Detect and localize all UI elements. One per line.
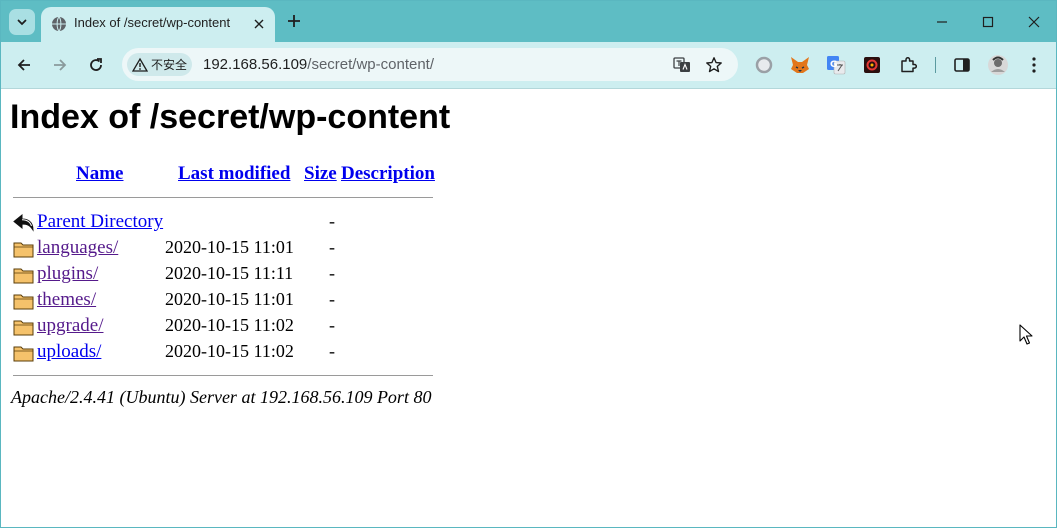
profile-button[interactable] (987, 54, 1009, 76)
page-content: Index of /secret/wp-content Name Last mo… (1, 89, 1056, 527)
url-text[interactable]: 192.168.56.109/secret/wp-content/ (203, 56, 434, 73)
kebab-menu-icon (1032, 57, 1036, 73)
tab-title: Index of /secret/wp-content (74, 15, 231, 30)
arrow-left-icon (17, 59, 30, 71)
translate-icon (673, 57, 690, 72)
forward-button[interactable] (46, 51, 74, 79)
row-modified: 2020-10-15 11:11 (165, 263, 294, 283)
url-host: 192.168.56.109 (203, 56, 308, 73)
table-row: uploads/ 2020-10-15 11:02 - (1, 341, 501, 365)
directory-link-plugins[interactable]: plugins/ (37, 263, 98, 285)
column-header-size[interactable]: Size (304, 163, 337, 185)
mouse-cursor-icon (1019, 324, 1033, 345)
table-row: plugins/ 2020-10-15 11:11 - (1, 263, 501, 287)
table-divider-bottom (13, 375, 433, 376)
browser-window: Index of /secret/wp-content 不安全 192.168.… (0, 0, 1057, 528)
back-arrow-icon (13, 213, 34, 232)
warning-icon (132, 57, 148, 72)
security-chip[interactable]: 不安全 (127, 53, 192, 76)
extension-button-fox[interactable] (789, 54, 811, 76)
reload-icon (90, 58, 102, 71)
star-icon (706, 57, 722, 73)
folder-icon (13, 320, 34, 336)
column-header-last-modified[interactable]: Last modified (178, 163, 290, 185)
row-modified: 2020-10-15 11:01 (165, 289, 294, 309)
tab-search-button[interactable] (9, 9, 35, 35)
table-row: upgrade/ 2020-10-15 11:02 - (1, 315, 501, 339)
column-header-name[interactable]: Name (76, 163, 123, 185)
folder-icon (13, 294, 34, 310)
row-size: - (329, 315, 335, 335)
tab-strip: Index of /secret/wp-content (1, 1, 1056, 42)
row-size: - (329, 263, 335, 283)
avatar (988, 55, 1008, 75)
back-button[interactable] (10, 51, 38, 79)
directory-link-themes[interactable]: themes/ (37, 289, 96, 311)
folder-icon (13, 346, 34, 362)
toolbar-separator (935, 57, 936, 73)
chevron-down-icon (17, 19, 27, 26)
minimize-icon (937, 20, 947, 23)
close-icon (254, 19, 264, 29)
side-panel-icon (954, 58, 970, 72)
extensions-menu-button[interactable] (897, 54, 919, 76)
page-title: Index of /secret/wp-content (10, 98, 451, 136)
column-header-description[interactable]: Description (341, 163, 435, 185)
side-panel-button[interactable] (951, 54, 973, 76)
maximize-button[interactable] (965, 1, 1011, 42)
red-extension-icon (864, 57, 880, 73)
row-size: - (329, 211, 335, 231)
row-size: - (329, 289, 335, 309)
table-divider-top (13, 197, 433, 198)
browser-menu-button[interactable] (1023, 54, 1045, 76)
svg-text:G: G (830, 60, 837, 70)
puzzle-icon (901, 56, 917, 73)
row-modified: 2020-10-15 11:02 (165, 315, 294, 335)
bookmark-button[interactable] (703, 54, 725, 76)
arrow-right-icon (54, 59, 67, 71)
close-icon (1028, 16, 1040, 27)
row-size: - (329, 341, 335, 361)
folder-icon (13, 242, 34, 258)
fox-extension-icon (791, 57, 809, 73)
table-row-parent: Parent Directory - (1, 211, 501, 235)
circle-extension-icon (755, 56, 773, 74)
table-row: themes/ 2020-10-15 11:01 - (1, 289, 501, 313)
row-modified: 2020-10-15 11:01 (165, 237, 294, 257)
row-size: - (329, 237, 335, 257)
directory-link-languages[interactable]: languages/ (37, 237, 118, 259)
browser-toolbar: 不安全 192.168.56.109/secret/wp-content/ G (1, 42, 1056, 89)
reload-button[interactable] (82, 51, 110, 79)
security-label: 不安全 (151, 58, 188, 72)
folder-icon (13, 268, 34, 284)
url-path: /secret/wp-content/ (307, 56, 435, 73)
parent-directory-link[interactable]: Parent Directory (37, 211, 163, 233)
extension-button-red[interactable] (861, 54, 883, 76)
globe-icon (52, 16, 66, 32)
table-row: languages/ 2020-10-15 11:01 - (1, 237, 501, 261)
tab-active[interactable]: Index of /secret/wp-content (41, 7, 275, 42)
extension-button-google-translate[interactable]: G (825, 54, 847, 76)
directory-link-upgrade[interactable]: upgrade/ (37, 315, 103, 337)
tab-close-button[interactable] (249, 14, 269, 34)
extension-button-circle[interactable] (753, 54, 775, 76)
minimize-button[interactable] (919, 1, 965, 42)
server-signature: Apache/2.4.41 (Ubuntu) Server at 192.168… (11, 387, 432, 407)
row-modified: 2020-10-15 11:02 (165, 341, 294, 361)
maximize-icon (982, 16, 994, 27)
google-translate-icon: G (827, 56, 846, 75)
close-window-button[interactable] (1011, 1, 1056, 42)
address-bar[interactable]: 不安全 192.168.56.109/secret/wp-content/ (122, 48, 738, 81)
plus-icon (288, 15, 300, 27)
new-tab-button[interactable] (284, 11, 304, 31)
translate-button[interactable] (671, 54, 693, 76)
directory-link-uploads[interactable]: uploads/ (37, 341, 101, 363)
